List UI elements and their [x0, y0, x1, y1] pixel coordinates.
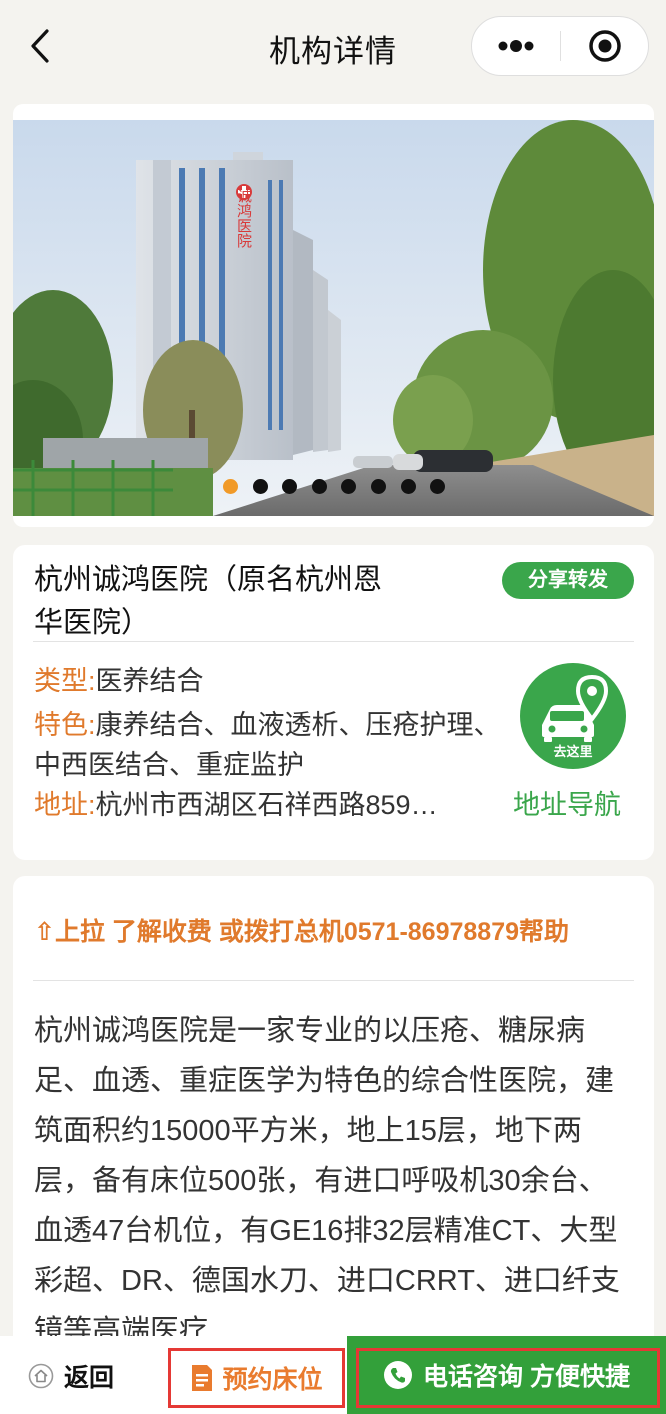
address-row[interactable]: 地址:杭州市西湖区石祥西路859… — [34, 785, 514, 825]
more-options-icon[interactable] — [472, 17, 560, 75]
share-button[interactable]: 分享转发 — [502, 562, 634, 599]
hospital-building-photo: 诚鸿医院 — [13, 120, 654, 516]
back-label: 返回 — [64, 1364, 115, 1392]
feature-row: 特色:康养结合、血液透析、压疮护理、中西医结合、重症监护 — [34, 705, 524, 785]
carousel-dot[interactable] — [400, 479, 416, 494]
navigate-car-icon[interactable]: 去这里 — [520, 663, 626, 769]
phone-icon — [384, 1361, 413, 1389]
phone-consult-button[interactable]: 电话咨询 方便快捷 — [347, 1336, 666, 1414]
carousel-dot[interactable] — [371, 479, 386, 494]
type-row: 类型:医养结合 — [34, 661, 504, 701]
feature-value: 康养结合、血液透析、压疮护理、中西医结合、重症监护 — [34, 710, 501, 780]
carousel-dot[interactable] — [252, 479, 268, 494]
carousel-dot[interactable] — [223, 479, 238, 494]
home-icon — [28, 1363, 54, 1389]
banner-card: 诚鸿医院 — [13, 104, 654, 527]
address-navigation-link[interactable]: 地址导航 — [513, 783, 621, 822]
type-label: 类型: — [34, 666, 96, 696]
description-card: ⇧上拉 了解收费 或拨打总机0571-86978879帮助 杭州诚鸿医院是一家专… — [13, 876, 654, 1414]
nav-bar: 机构详情 — [0, 0, 666, 92]
institution-info-card: 杭州诚鸿医院（原名杭州恩华医院） 分享转发 类型:医养结合 特色:康养结合、血液… — [13, 545, 654, 860]
divider — [33, 641, 634, 642]
back-home-button[interactable]: 返回 — [28, 1356, 114, 1396]
call-label: 电话咨询 方便快捷 — [423, 1363, 630, 1391]
carousel-dot[interactable] — [311, 479, 327, 494]
divider — [33, 980, 634, 981]
goto-label: 去这里 — [553, 744, 593, 759]
hospital-sign: 诚鸿医院 — [235, 188, 253, 249]
feature-label: 特色: — [34, 710, 96, 740]
document-icon — [192, 1365, 213, 1391]
hospital-name: 杭州诚鸿医院（原名杭州恩华医院） — [34, 564, 383, 639]
type-value: 医养结合 — [95, 666, 204, 696]
reserve-label: 预约床位 — [222, 1366, 323, 1394]
bottom-action-bar: 返回 预约床位 电话咨询 方便快捷 — [0, 1336, 666, 1414]
hospital-description: 杭州诚鸿医院是一家专业的以压疮、糖尿病足、血透、重症医学为特色的综合性医院，建筑… — [34, 1015, 620, 1347]
hospital-photo-carousel[interactable]: 诚鸿医院 — [13, 120, 654, 516]
mini-program-capsule — [471, 16, 649, 76]
pull-up-hint[interactable]: ⇧上拉 了解收费 或拨打总机0571-86978879帮助 — [34, 912, 569, 948]
close-mini-program-icon[interactable] — [561, 17, 648, 75]
reserve-bed-button[interactable]: 预约床位 — [168, 1348, 345, 1408]
address-label: 地址: — [34, 790, 96, 820]
address-value: 杭州市西湖区石祥西路859… — [95, 790, 438, 820]
